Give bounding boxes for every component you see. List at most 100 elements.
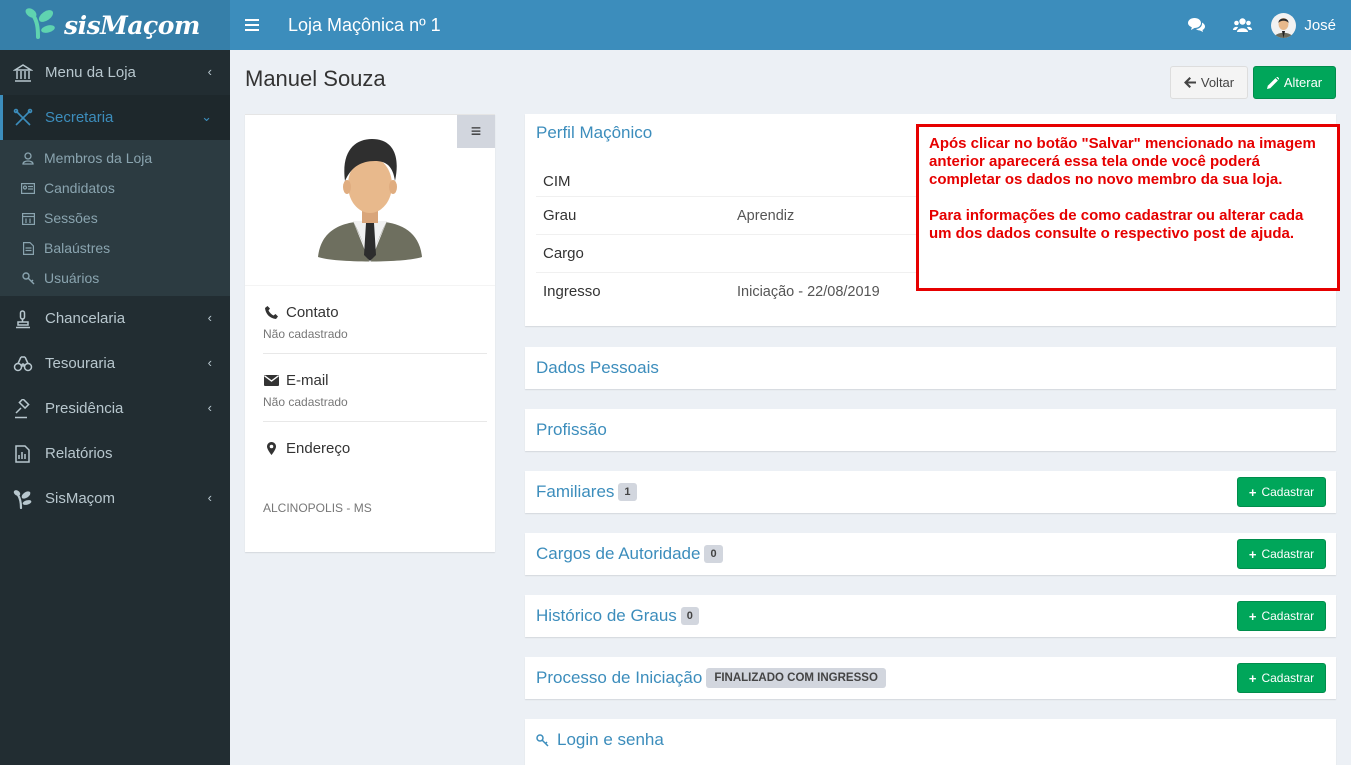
messages-icon[interactable]	[1173, 0, 1219, 50]
historico-title: Histórico de Graus	[536, 606, 677, 625]
cargos-header[interactable]: Cargos de Autoridade 0	[525, 533, 1336, 575]
sidebar-item-menu-da-loja[interactable]: Menu da Loja ‹	[0, 50, 230, 95]
calendar-icon	[21, 211, 35, 225]
submenu-label: Usuários	[44, 270, 100, 286]
contato-section: Contato Não cadastrado	[263, 286, 487, 354]
cadastrar-label: Cadastrar	[1261, 671, 1315, 685]
sidebar-item-relatorios[interactable]: Relatórios	[0, 431, 230, 476]
submenu-label: Balaústres	[44, 240, 111, 256]
map-marker-icon	[263, 442, 279, 455]
sidebar-item-label: Tesouraria	[45, 355, 116, 372]
phone-icon	[263, 306, 279, 319]
profile-card: ≡ Contato Não cadastrado E-mail Não cada…	[245, 114, 495, 552]
sidebar-item-label: Menu da Loja	[45, 64, 136, 81]
familiares-title: Familiares	[536, 482, 615, 501]
processo-header[interactable]: Processo de Iniciação FINALIZADO COM ING…	[525, 657, 1336, 699]
chevron-down-icon: ⌄	[201, 109, 212, 124]
cadastrar-processo-button[interactable]: + Cadastrar	[1237, 663, 1326, 693]
row-key: CIM	[543, 172, 571, 190]
users-group-icon[interactable]	[1219, 0, 1265, 50]
plus-icon: +	[1248, 608, 1257, 624]
cadastrar-label: Cadastrar	[1261, 485, 1315, 499]
sprig-icon	[12, 488, 34, 510]
sidebar-menu: Menu da Loja ‹ Secretaria ⌄	[0, 50, 230, 140]
dados-pessoais-title[interactable]: Dados Pessoais	[525, 347, 1336, 389]
submenu-label: Membros da Loja	[44, 150, 153, 166]
sidebar-item-label: Chancelaria	[45, 310, 126, 327]
cargos-panel: Cargos de Autoridade 0 + Cadastrar	[525, 533, 1336, 575]
endereco-value: ALCINOPOLIS - MS	[263, 501, 372, 515]
sidebar-item-tesouraria[interactable]: Tesouraria ‹	[0, 341, 230, 386]
cargos-title: Cargos de Autoridade	[536, 544, 701, 563]
logo-text: sisMaçom	[64, 10, 200, 40]
cadastrar-label: Cadastrar	[1261, 609, 1315, 623]
historico-header[interactable]: Histórico de Graus 0	[525, 595, 1336, 637]
crossed-pens-icon	[12, 107, 34, 129]
sidebar-item-chancelaria[interactable]: Chancelaria ‹	[0, 296, 230, 341]
row-key: Ingresso	[543, 283, 601, 300]
cadastrar-cargo-button[interactable]: + Cadastrar	[1237, 539, 1326, 569]
submenu-item-usuarios[interactable]: Usuários	[0, 263, 230, 293]
pencil-icon	[1266, 76, 1279, 89]
row-key: Grau	[543, 207, 577, 224]
gavel-icon	[12, 398, 34, 420]
status-badge: FINALIZADO COM INGRESSO	[706, 668, 886, 688]
row-key: Cargo	[543, 245, 584, 262]
sidebar-item-label: SisMaçom	[45, 490, 116, 507]
document-icon	[21, 241, 35, 255]
alterar-button[interactable]: Alterar	[1253, 66, 1336, 99]
processo-panel: Processo de Iniciação FINALIZADO COM ING…	[525, 657, 1336, 699]
user-icon	[21, 151, 35, 165]
sidebar-item-presidencia[interactable]: Presidência ‹	[0, 386, 230, 431]
sidebar-toggle-icon[interactable]	[230, 0, 274, 50]
submenu-item-sessoes[interactable]: Sessões	[0, 203, 230, 233]
endereco-label: Endereço	[286, 440, 351, 457]
submenu-label: Sessões	[44, 210, 98, 226]
scales-icon	[12, 353, 34, 375]
key-icon	[21, 271, 35, 285]
email-value: Não cadastrado	[263, 395, 348, 409]
chevron-left-icon: ‹	[207, 310, 212, 325]
institution-icon	[12, 62, 34, 84]
submenu-item-candidatos[interactable]: Candidatos	[0, 173, 230, 203]
submenu-item-membros[interactable]: Membros da Loja	[0, 143, 230, 173]
report-icon	[12, 443, 34, 465]
familiares-panel: Familiares 1 + Cadastrar	[525, 471, 1336, 513]
submenu-item-balaustres[interactable]: Balaústres	[0, 233, 230, 263]
sidebar-item-label: Presidência	[45, 400, 124, 417]
secretaria-submenu: Membros da Loja Candidatos Sessões Balaú…	[0, 140, 230, 296]
avatar	[1271, 12, 1297, 38]
sidebar-item-secretaria[interactable]: Secretaria ⌄	[0, 95, 230, 140]
historico-panel: Histórico de Graus 0 + Cadastrar	[525, 595, 1336, 637]
stamp-icon	[12, 308, 34, 330]
page-title: Manuel Souza	[245, 66, 386, 91]
login-title: Login e senha	[557, 730, 664, 749]
cadastrar-familiar-button[interactable]: + Cadastrar	[1237, 477, 1326, 507]
login-panel: Login e senha	[525, 719, 1336, 765]
processo-title: Processo de Iniciação	[536, 668, 703, 687]
id-card-icon	[21, 181, 35, 195]
arrow-left-icon	[1183, 77, 1196, 88]
cadastrar-grau-button[interactable]: + Cadastrar	[1237, 601, 1326, 631]
count-badge: 1	[618, 483, 637, 501]
voltar-label: Voltar	[1200, 75, 1235, 90]
sidebar-item-sismacom[interactable]: SisMaçom ‹	[0, 476, 230, 521]
voltar-button[interactable]: Voltar	[1170, 66, 1248, 99]
chevron-left-icon: ‹	[207, 64, 212, 79]
key-icon	[536, 733, 549, 747]
dados-pessoais-panel: Dados Pessoais	[525, 347, 1336, 389]
lodge-title: Loja Maçônica nº 1	[288, 14, 441, 35]
user-menu[interactable]: José	[1265, 12, 1351, 38]
app-logo[interactable]: sisMaçom	[0, 0, 230, 50]
contato-label: Contato	[286, 304, 339, 321]
familiares-header[interactable]: Familiares 1	[525, 471, 1336, 513]
plus-icon: +	[1248, 484, 1257, 500]
envelope-icon	[263, 375, 279, 386]
login-header[interactable]: Login e senha	[525, 719, 1336, 761]
profile-menu-icon[interactable]: ≡	[457, 115, 495, 148]
chevron-left-icon: ‹	[207, 355, 212, 370]
top-navbar: Loja Maçônica nº 1 José	[230, 0, 1351, 50]
profissao-title[interactable]: Profissão	[525, 409, 1336, 451]
row-value: Aprendiz	[737, 207, 795, 224]
cadastrar-label: Cadastrar	[1261, 547, 1315, 561]
